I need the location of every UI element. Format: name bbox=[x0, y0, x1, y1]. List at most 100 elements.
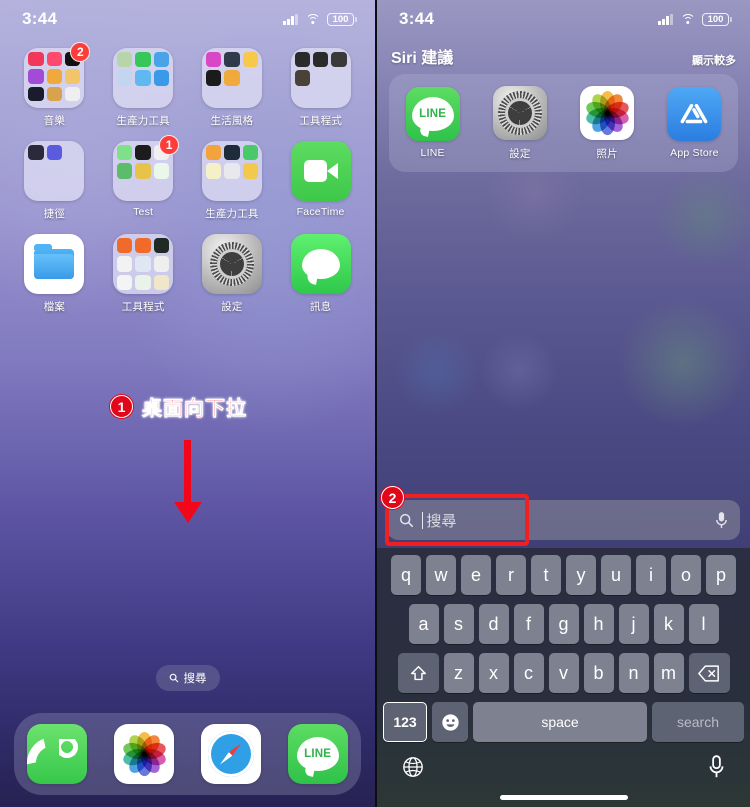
space-key[interactable]: space bbox=[473, 702, 647, 742]
line-wordmark: LINE bbox=[419, 108, 447, 120]
key-o[interactable]: o bbox=[671, 555, 701, 595]
key-u[interactable]: u bbox=[601, 555, 631, 595]
key-g[interactable]: g bbox=[548, 604, 579, 644]
folder-mini-icon bbox=[205, 163, 222, 179]
folder-mini-icon bbox=[28, 52, 44, 67]
key-m[interactable]: m bbox=[653, 653, 684, 693]
home-app-8[interactable]: FaceTime bbox=[276, 141, 365, 221]
key-f[interactable]: f bbox=[513, 604, 544, 644]
siri-app-appstore[interactable]: App Store bbox=[667, 87, 722, 159]
siri-app-line[interactable]: LINE LINE bbox=[405, 87, 460, 159]
home-app-6[interactable]: 1 Test bbox=[99, 135, 188, 221]
shift-up-arrow-icon bbox=[410, 665, 426, 680]
key-x[interactable]: x bbox=[478, 653, 509, 693]
dictation-microphone-icon[interactable] bbox=[708, 755, 725, 779]
dock-phone-icon[interactable] bbox=[27, 724, 88, 784]
key-n[interactable]: n bbox=[618, 653, 649, 693]
home-app-9[interactable]: 檔案 bbox=[10, 234, 99, 314]
dock-safari-icon[interactable] bbox=[200, 724, 261, 784]
settings-gear-icon bbox=[201, 234, 262, 294]
home-app-2[interactable]: 生產力工具 bbox=[99, 48, 188, 128]
folder-mini-icon bbox=[153, 163, 170, 179]
numbers-key[interactable]: 123 bbox=[383, 702, 427, 742]
home-indicator[interactable] bbox=[499, 795, 628, 800]
backspace-key[interactable] bbox=[688, 653, 730, 693]
home-app-4[interactable]: 工具程式 bbox=[276, 48, 365, 128]
key-s[interactable]: s bbox=[443, 604, 474, 644]
home-app-label: 檔案 bbox=[43, 301, 66, 313]
key-i[interactable]: i bbox=[636, 555, 666, 595]
folder-mini-icon bbox=[153, 52, 170, 68]
folder-mini-icon bbox=[117, 163, 133, 179]
folder-mini-icon bbox=[294, 70, 310, 86]
home-app-5[interactable]: 捷徑 bbox=[10, 141, 99, 221]
folder-mini-icon bbox=[65, 145, 80, 160]
key-y[interactable]: y bbox=[566, 555, 596, 595]
key-w[interactable]: w bbox=[426, 555, 456, 595]
search-return-key[interactable]: search bbox=[652, 702, 744, 742]
key-e[interactable]: e bbox=[461, 555, 491, 595]
folder-mini-icon bbox=[153, 238, 170, 254]
key-b[interactable]: b bbox=[583, 653, 614, 693]
key-t[interactable]: t bbox=[531, 555, 561, 595]
key-p[interactable]: p bbox=[706, 555, 736, 595]
home-app-7[interactable]: 生產力工具 bbox=[188, 141, 277, 221]
folder-mini-icon bbox=[135, 89, 150, 104]
battery-indicator: 100 bbox=[327, 12, 354, 26]
folder-mini-icon bbox=[154, 182, 169, 197]
siri-suggestions-header: Siri 建議 顯示較多 bbox=[391, 44, 736, 68]
home-app-label: FaceTime bbox=[296, 206, 345, 218]
facetime-icon bbox=[290, 141, 351, 201]
folder-mini-icon bbox=[313, 70, 328, 85]
folder-mini-icon bbox=[224, 163, 240, 179]
folder-icon bbox=[290, 48, 351, 108]
home-app-3[interactable]: 生活風格 bbox=[188, 48, 277, 128]
emoji-key[interactable] bbox=[432, 702, 468, 742]
cellular-bars-icon bbox=[283, 13, 298, 25]
left-phone-screen: 3:44 100 2 音樂 生產力工具 生活風格 工具程式 捷徑 1 Test 生產力工具 Fac… bbox=[0, 0, 375, 807]
folder-mini-icon bbox=[242, 52, 258, 68]
settings-gear-icon bbox=[497, 90, 542, 135]
home-search-label: 搜尋 bbox=[183, 673, 207, 685]
siri-app-settings[interactable]: 設定 bbox=[492, 85, 547, 161]
show-more-button[interactable]: 顯示較多 bbox=[692, 52, 736, 68]
key-v[interactable]: v bbox=[548, 653, 579, 693]
home-app-1[interactable]: 2 音樂 bbox=[10, 42, 99, 128]
home-app-10[interactable]: 工具程式 bbox=[99, 234, 188, 314]
key-c[interactable]: c bbox=[513, 653, 544, 693]
key-a[interactable]: a bbox=[408, 604, 439, 644]
folder-mini-icon bbox=[205, 145, 222, 161]
globe-icon[interactable] bbox=[402, 756, 424, 778]
home-app-12[interactable]: 訊息 bbox=[276, 234, 365, 314]
folder-mini-icon bbox=[224, 52, 240, 68]
dock-line-icon[interactable]: LINE bbox=[287, 724, 348, 784]
folder-mini-icon bbox=[28, 69, 44, 84]
key-j[interactable]: j bbox=[618, 604, 649, 644]
key-k[interactable]: k bbox=[653, 604, 684, 644]
folder-mini-icon bbox=[135, 182, 150, 197]
keyboard-row-1: qwertyuiop bbox=[380, 555, 747, 595]
key-d[interactable]: d bbox=[478, 604, 509, 644]
home-dock: LINE bbox=[14, 713, 361, 795]
home-app-11[interactable]: 設定 bbox=[188, 234, 277, 314]
status-clock: 3:44 bbox=[22, 9, 58, 28]
siri-app-photos[interactable]: 照片 bbox=[580, 85, 635, 161]
folder-mini-icon bbox=[117, 70, 133, 86]
folder-mini-icon bbox=[312, 52, 329, 68]
microphone-icon[interactable] bbox=[715, 511, 728, 530]
siri-suggestions-title: Siri 建議 bbox=[391, 50, 454, 67]
siri-app-label: LINE bbox=[420, 147, 445, 159]
key-q[interactable]: q bbox=[391, 555, 421, 595]
key-h[interactable]: h bbox=[583, 604, 614, 644]
folder-mini-icon bbox=[117, 89, 132, 104]
key-r[interactable]: r bbox=[496, 555, 526, 595]
key-l[interactable]: l bbox=[688, 604, 719, 644]
messages-icon bbox=[290, 234, 351, 294]
folder-mini-icon bbox=[224, 145, 240, 161]
shift-key[interactable] bbox=[397, 653, 439, 693]
folder-icon: 2 bbox=[24, 42, 91, 108]
dock-photos-icon[interactable] bbox=[114, 724, 175, 784]
home-search-pill[interactable]: 搜尋 bbox=[155, 665, 220, 691]
line-icon: LINE bbox=[411, 97, 454, 131]
key-z[interactable]: z bbox=[443, 653, 474, 693]
